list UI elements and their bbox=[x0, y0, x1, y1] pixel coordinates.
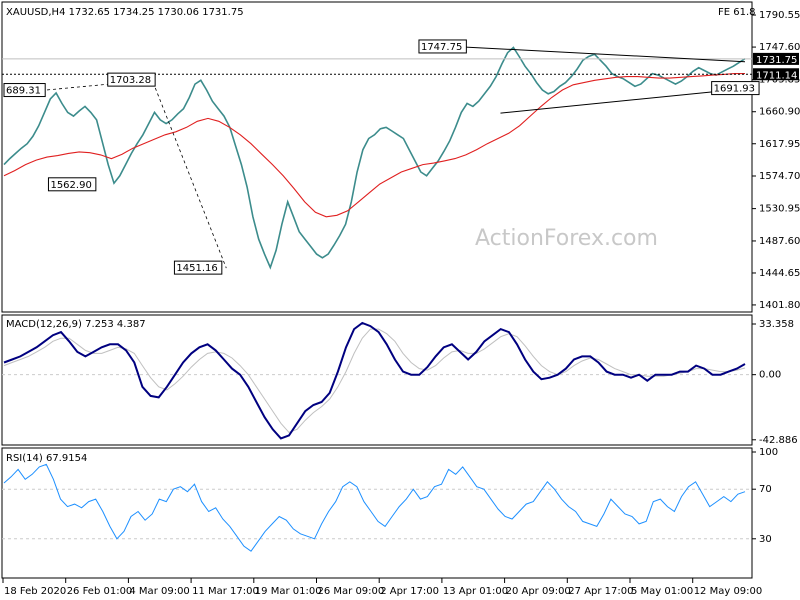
price-y-tick-label: 1574.70 bbox=[759, 171, 800, 182]
price-y-tick-label: 1617.95 bbox=[759, 139, 800, 150]
rsi-y-tick-label: 70 bbox=[759, 484, 772, 495]
fib-label: FE 61.8 bbox=[718, 7, 756, 18]
price-annotation-label: 1747.75 bbox=[421, 42, 462, 53]
xauusd-chart: XAUUSD,H4 1732.65 1734.25 1730.06 1731.7… bbox=[1, 1, 800, 597]
price-annotation-label: 1451.16 bbox=[176, 263, 217, 274]
price-annotation-label: 689.31 bbox=[6, 86, 41, 97]
rsi-y-tick-label: 100 bbox=[759, 447, 778, 458]
rsi-panel-frame bbox=[1, 447, 753, 579]
price-y-tick-label: 1660.90 bbox=[759, 107, 800, 118]
x-tick-label: 2 Apr 17:00 bbox=[380, 586, 439, 597]
watermark: ActionForex.com bbox=[475, 226, 658, 251]
x-tick-label: 4 Mar 09:00 bbox=[129, 586, 189, 597]
price-annotation-label: 1703.28 bbox=[110, 75, 151, 86]
price-y-axis: 1790.551747.601703.851660.901617.951574.… bbox=[752, 10, 800, 311]
macd-y-tick-label: -42.886 bbox=[759, 435, 798, 446]
price-y-tick-label: 1487.60 bbox=[759, 236, 800, 247]
macd-panel-frame bbox=[1, 314, 753, 446]
x-axis: 18 Feb 2020 26 Feb 01:004 Mar 09:00 11 Mar… bbox=[2, 578, 763, 597]
x-tick-label: 26 Mar 09:00 bbox=[318, 586, 385, 597]
macd-y-axis: 33.358 0.00 -42.886 bbox=[752, 319, 798, 446]
x-tick-label: 20 Apr 09:00 bbox=[506, 586, 571, 597]
macd-label: MACD(12,26,9) 7.253 4.387 bbox=[6, 319, 146, 330]
rsi-y-axis: 100 70 30 bbox=[752, 447, 778, 545]
current-price-tag: 1731.75 bbox=[756, 55, 797, 66]
price-y-tick-label: 1530.95 bbox=[759, 204, 800, 215]
rsi-y-tick-label: 30 bbox=[759, 534, 772, 545]
x-tick-label: 27 Apr 17:00 bbox=[568, 586, 633, 597]
price-annotation-label: 1562.90 bbox=[50, 180, 91, 191]
price-y-tick-label: 1401.80 bbox=[759, 300, 800, 311]
x-tick-label: 11 Mar 17:00 bbox=[192, 586, 259, 597]
x-tick-label: 13 Apr 01:00 bbox=[443, 586, 508, 597]
price-y-tick-label: 1790.55 bbox=[759, 10, 800, 21]
x-tick-label: 5 May 01:00 bbox=[631, 586, 693, 597]
x-tick-label: 18 Feb 2020 bbox=[4, 586, 66, 597]
symbol-header: XAUUSD,H4 1732.65 1734.25 1730.06 1731.7… bbox=[6, 7, 244, 18]
x-tick-label: 19 Mar 01:00 bbox=[255, 586, 322, 597]
macd-y-tick-label: 0.00 bbox=[759, 370, 781, 381]
price-y-tick-label: 1444.65 bbox=[759, 268, 800, 279]
rsi-label: RSI(14) 67.9154 bbox=[6, 453, 87, 464]
x-tick-label: 12 May 09:00 bbox=[694, 586, 763, 597]
price-annotation-label: 1691.93 bbox=[714, 84, 755, 95]
x-tick-label: 26 Feb 01:00 bbox=[67, 586, 133, 597]
price-y-tick-label: 1747.60 bbox=[759, 42, 800, 53]
support-price-tag: 1711.14 bbox=[756, 70, 797, 81]
macd-y-tick-label: 33.358 bbox=[759, 319, 794, 330]
